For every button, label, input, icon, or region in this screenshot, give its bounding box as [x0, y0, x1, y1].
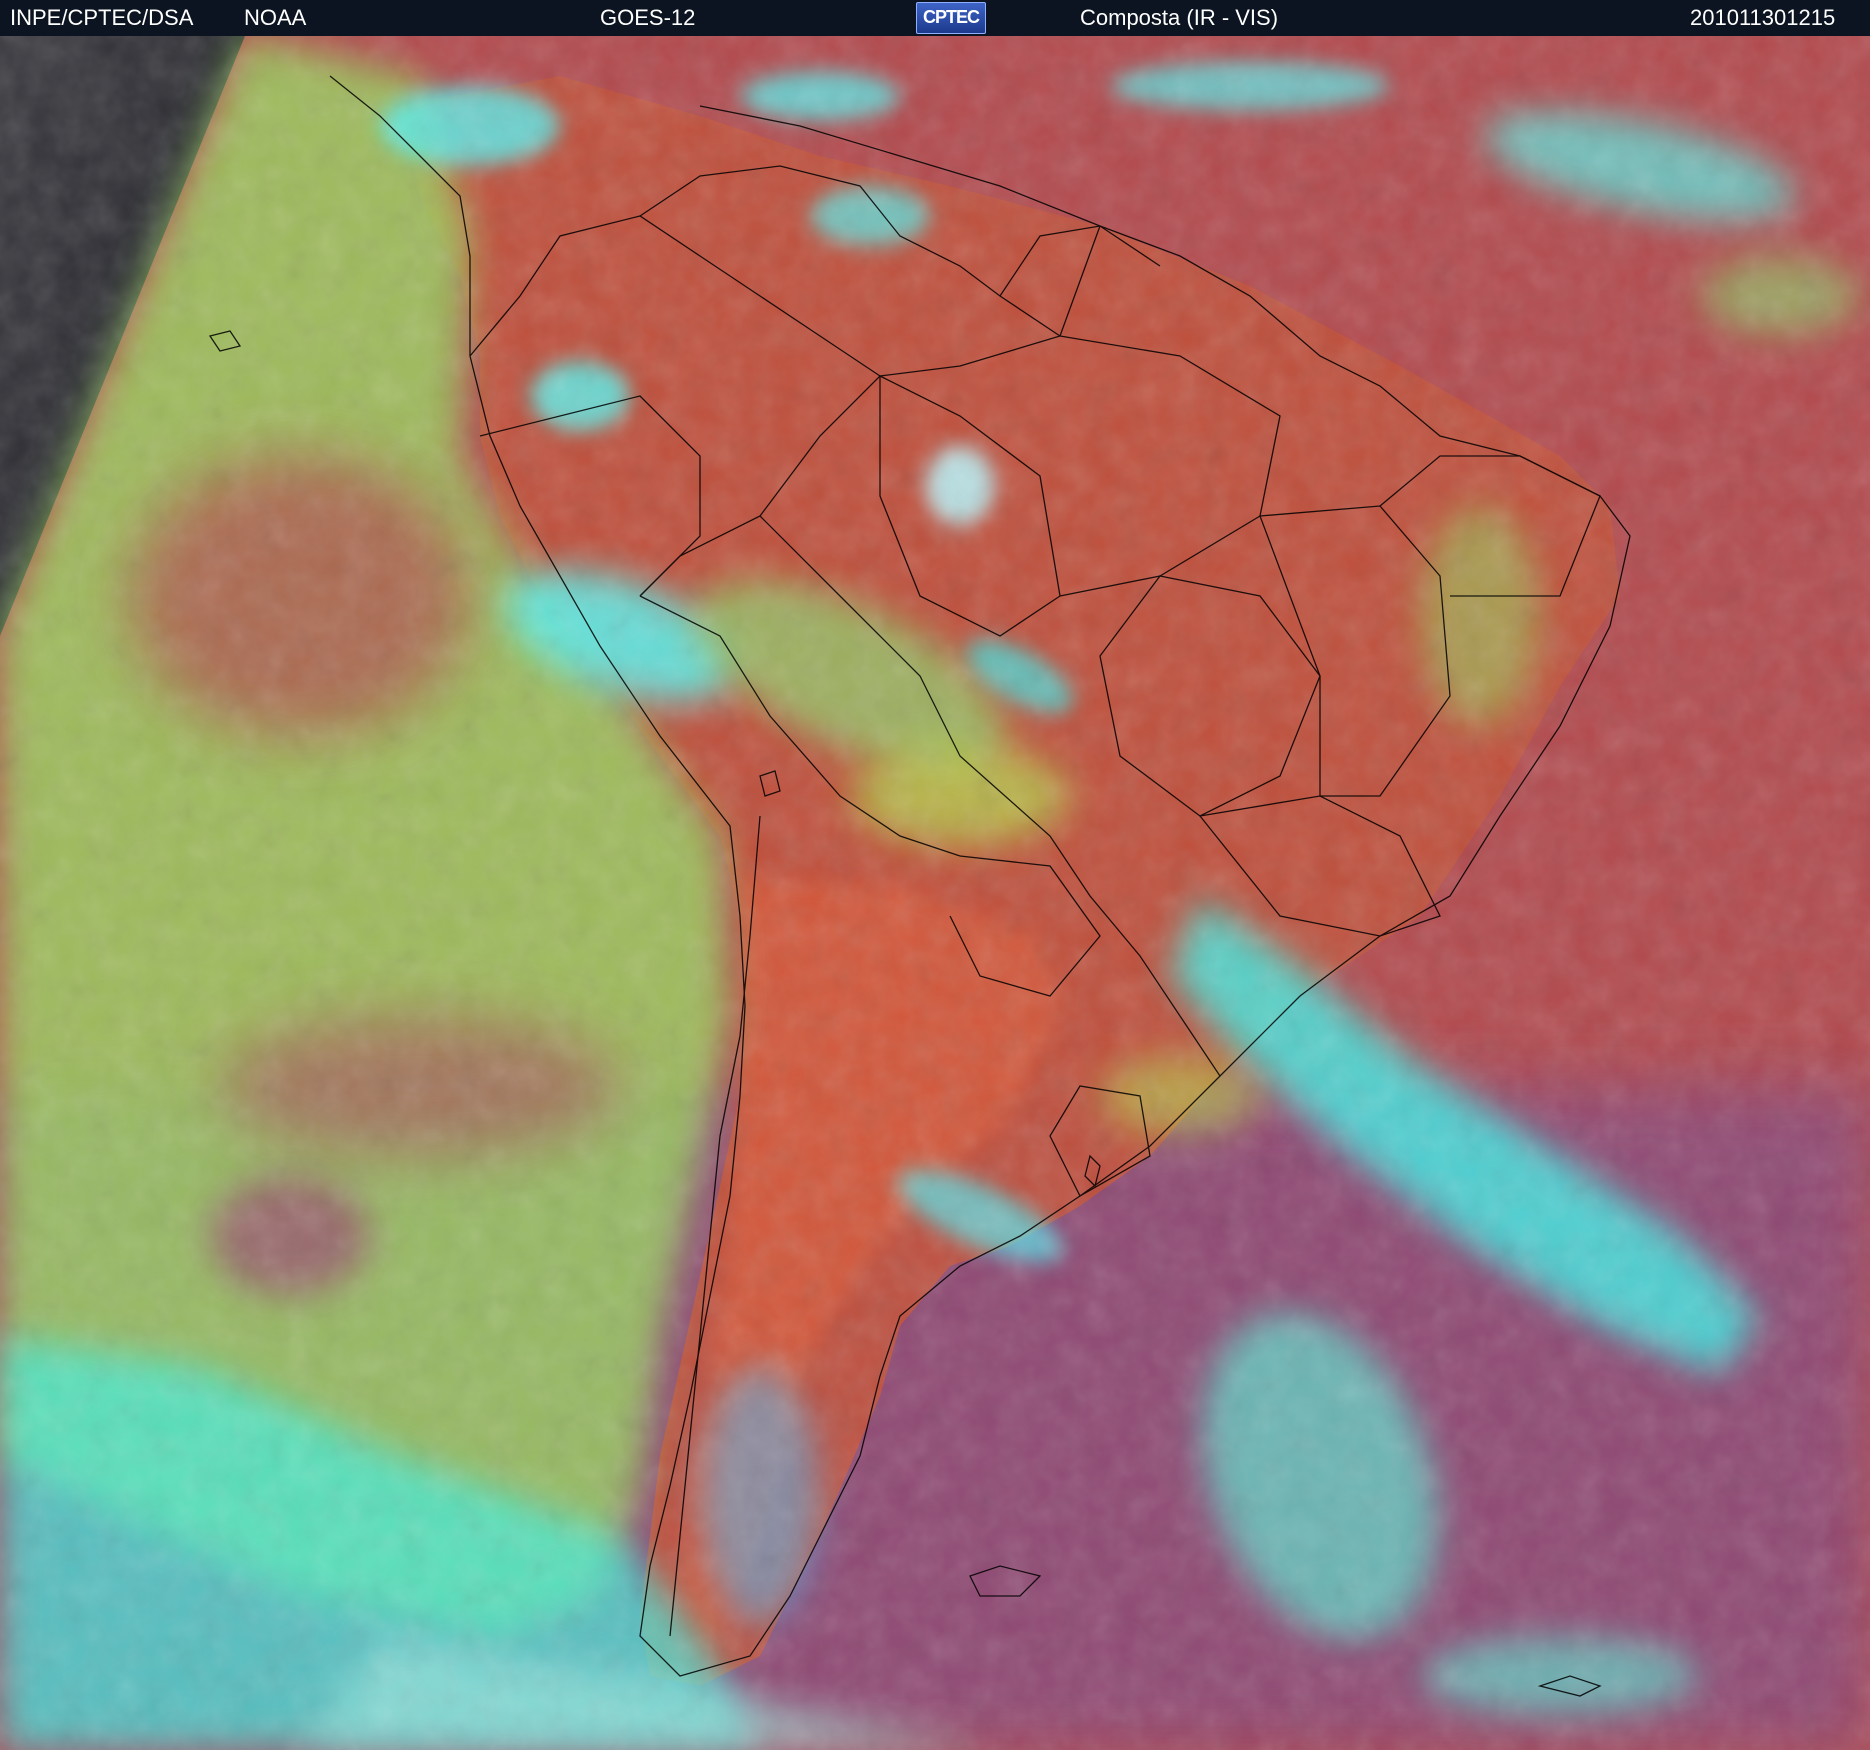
satellite-composite	[0, 36, 1870, 1750]
header-bar: INPE/CPTEC/DSA NOAA GOES-12 CPTEC Compos…	[0, 0, 1870, 36]
satellite-image	[0, 36, 1870, 1750]
satellite-label: GOES-12	[600, 5, 696, 30]
cloud-texture	[0, 36, 1870, 1750]
product-label: Composta (IR - VIS)	[1080, 5, 1279, 30]
agency-label: INPE/CPTEC/DSA	[10, 5, 194, 30]
source-label: NOAA	[244, 5, 307, 30]
timestamp-label: 201011301215	[1690, 5, 1836, 30]
logo-text: CPTEC	[922, 7, 980, 27]
cptec-logo-icon: CPTEC	[916, 2, 986, 34]
